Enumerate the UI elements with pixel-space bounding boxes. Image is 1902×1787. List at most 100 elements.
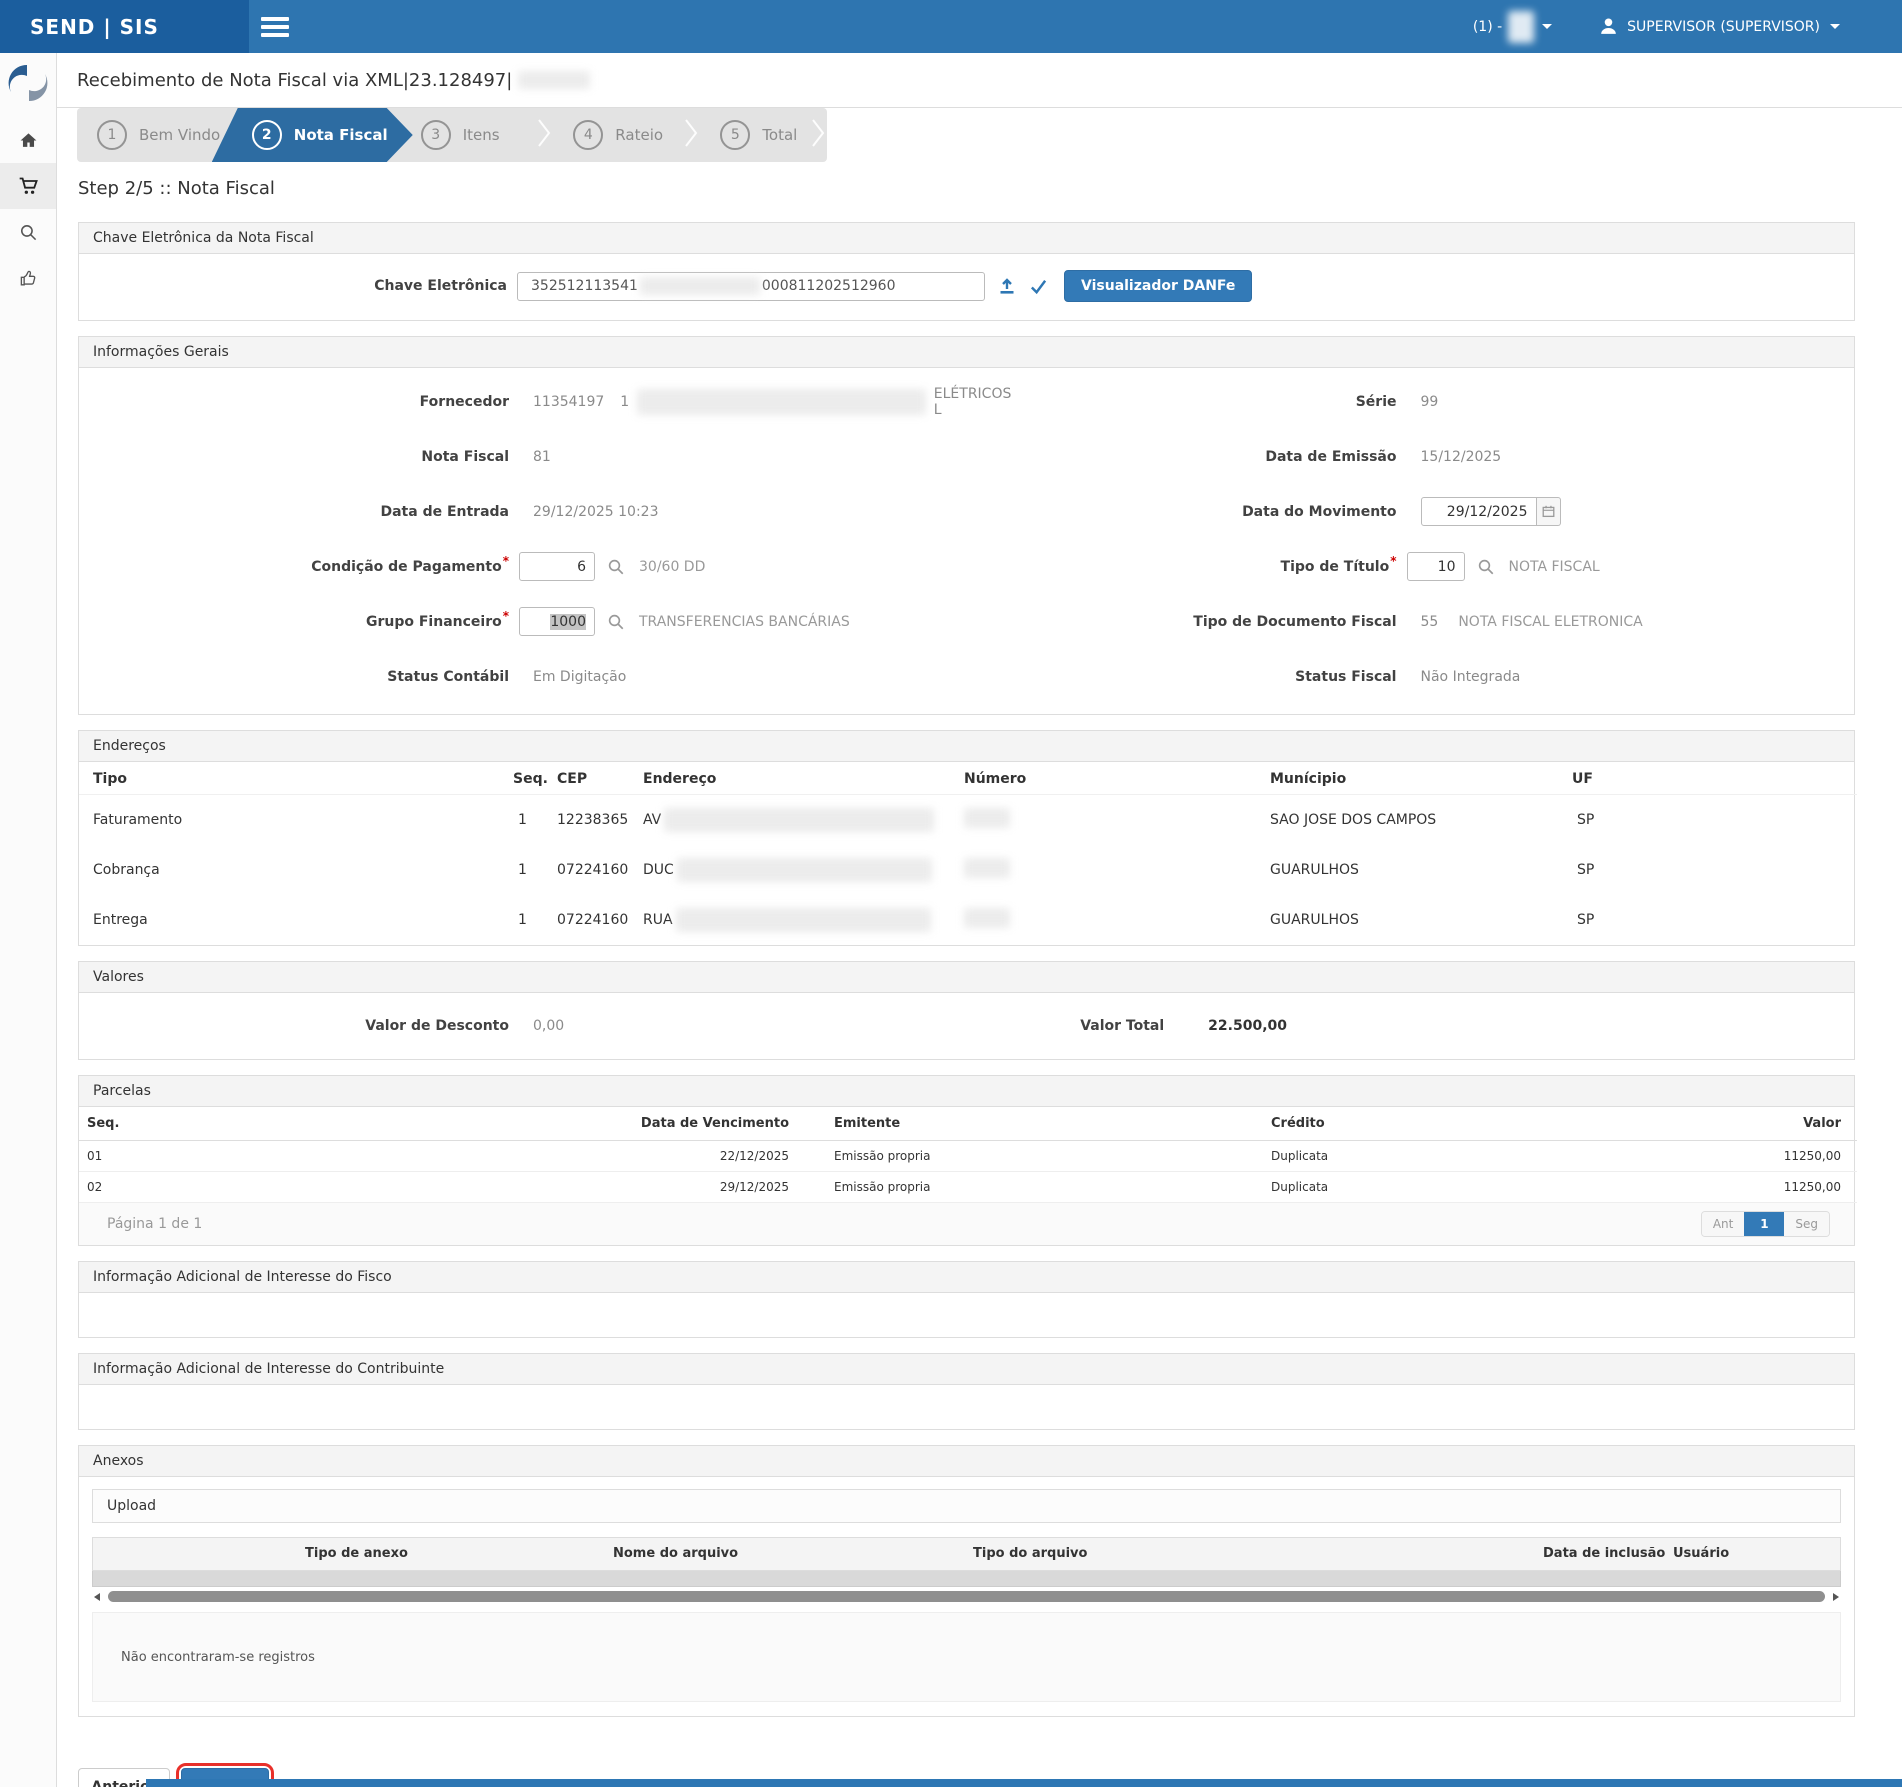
- scrollbar-thumb[interactable]: [108, 1591, 1825, 1602]
- field-tipo-documento-fiscal: Tipo de Documento Fiscal 55 NOTA FISCAL …: [967, 594, 1855, 649]
- sidebar-item-search[interactable]: [0, 209, 56, 255]
- hamburger-menu-icon[interactable]: [261, 13, 289, 41]
- section-informacoes-gerais: Informações Gerais Fornecedor 11354197 1…: [78, 336, 1855, 715]
- wizard-step-1[interactable]: 1 Bem Vindo: [77, 108, 236, 162]
- check-icon[interactable]: [1029, 277, 1048, 296]
- condicao-pagamento-desc: 30/60 DD: [639, 559, 705, 575]
- step-heading: Step 2/5 :: Nota Fiscal: [78, 176, 1902, 202]
- sidebar-item-cart[interactable]: [0, 163, 56, 209]
- footer-bar: [146, 1779, 1902, 1787]
- selected-text: 1000: [550, 614, 586, 630]
- parcela-row-1[interactable]: 01 22/12/2025 Emissão propria Duplicata …: [79, 1141, 1857, 1172]
- lookup-search-icon[interactable]: [1477, 558, 1495, 576]
- endereco-row-cobranca[interactable]: Cobrança 1 07224160 DUC GUARULHOS SP: [79, 845, 1857, 895]
- info-left-column: Fornecedor 11354197 1 ELÉTRICOS L Nota F…: [79, 374, 967, 704]
- condicao-pagamento-input[interactable]: [519, 552, 595, 581]
- contribuinte-empty-body: [79, 1385, 1854, 1429]
- field-label: Condição de Pagamento*: [79, 559, 509, 575]
- field-condicao-pagamento: Condição de Pagamento* 30/60 DD: [79, 539, 967, 594]
- user-menu[interactable]: SUPERVISOR (SUPERVISOR): [1627, 19, 1820, 35]
- sidebar-item-home[interactable]: [0, 117, 56, 163]
- wizard-step-5[interactable]: 5 Total: [700, 108, 811, 162]
- redacted-text: [518, 71, 590, 89]
- upload-panel-header[interactable]: Upload: [92, 1489, 1841, 1523]
- col-header-valor: Valor: [1739, 1107, 1857, 1141]
- app-logo[interactable]: [0, 53, 56, 117]
- user-icon: [1598, 16, 1619, 37]
- step-wizard: 1 Bem Vindo 2 Nota Fiscal 3 Itens 4 Rate…: [77, 108, 827, 162]
- field-status-contabil: Status Contábil Em Digitação: [79, 649, 967, 704]
- data-movimento-input[interactable]: [1421, 497, 1537, 526]
- tipo-titulo-input[interactable]: [1407, 552, 1465, 581]
- enderecos-table: Tipo Seq. CEP Endereço Número Munícipio …: [79, 762, 1857, 945]
- parcela-row-2[interactable]: 02 29/12/2025 Emissão propria Duplicata …: [79, 1172, 1857, 1203]
- endereco-row-entrega[interactable]: Entrega 1 07224160 RUA GUARULHOS SP: [79, 895, 1857, 945]
- visualizador-danfe-button[interactable]: Visualizador DANFe: [1064, 270, 1252, 302]
- status-contabil-value: Em Digitação: [533, 669, 626, 685]
- calendar-icon[interactable]: [1537, 497, 1561, 526]
- sidebar: [0, 53, 57, 1787]
- cart-icon: [18, 176, 38, 196]
- serie-value: 99: [1421, 394, 1439, 410]
- logo-blue-crescent: [9, 65, 27, 92]
- enderecos-header-row: Tipo Seq. CEP Endereço Número Munícipio …: [79, 762, 1857, 795]
- pagination-prev-button[interactable]: Ant: [1702, 1212, 1745, 1236]
- topbar-right-area: (1) - SUPERVISOR (SUPERVISOR): [1473, 0, 1840, 53]
- field-label: Tipo de Título*: [967, 559, 1397, 575]
- sidebar-item-like[interactable]: [0, 255, 56, 301]
- step-label: Rateio: [615, 126, 663, 144]
- status-fiscal-value: Não Integrada: [1421, 669, 1521, 685]
- no-records-message: Não encontraram-se registros: [92, 1612, 1841, 1702]
- redacted-text: [640, 277, 760, 295]
- section-header: Anexos: [79, 1446, 1854, 1477]
- redacted-text: [964, 908, 1010, 928]
- pagination-group: Ant 1 Seg: [1701, 1211, 1830, 1237]
- upload-xml-icon[interactable]: [997, 276, 1017, 296]
- pagination-next-button[interactable]: Seg: [1784, 1212, 1829, 1236]
- data-entrada-value: 29/12/2025 10:23: [533, 504, 659, 520]
- col-header-cep: CEP: [557, 762, 643, 795]
- lookup-search-icon[interactable]: [607, 558, 625, 576]
- redacted-text: [677, 858, 932, 882]
- scroll-left-arrow-icon[interactable]: [94, 1593, 100, 1601]
- field-label: Tipo de Documento Fiscal: [967, 614, 1397, 630]
- step-number: 5: [720, 120, 750, 150]
- section-valores: Valores Valor de Desconto 0,00 Valor Tot…: [78, 961, 1855, 1060]
- lookup-search-icon[interactable]: [607, 613, 625, 631]
- grupo-financeiro-input[interactable]: 1000: [519, 607, 595, 636]
- wizard-step-2-active[interactable]: 2 Nota Fiscal: [212, 108, 413, 162]
- attachments-empty-row: [92, 1571, 1841, 1587]
- step-number: 4: [573, 120, 603, 150]
- redacted-text: [964, 808, 1010, 828]
- chave-label: Chave Eletrônica: [79, 278, 507, 294]
- parcelas-table: Seq. Data de Vencimento Emitente Crédito…: [79, 1107, 1857, 1203]
- scroll-right-arrow-icon[interactable]: [1833, 1593, 1839, 1601]
- redacted-text: [676, 908, 931, 932]
- tipo-titulo-desc: NOTA FISCAL: [1509, 559, 1600, 575]
- wizard-step-4[interactable]: 4 Rateio: [553, 108, 684, 162]
- wizard-step-3[interactable]: 3 Itens: [401, 108, 538, 162]
- endereco-row-faturamento[interactable]: Faturamento 1 12238365 AV SAO JOSE DOS C…: [79, 795, 1857, 846]
- field-status-fiscal: Status Fiscal Não Integrada: [967, 649, 1855, 704]
- section-info-contribuinte: Informação Adicional de Interesse do Con…: [78, 1353, 1855, 1430]
- required-asterisk: *: [503, 609, 509, 623]
- step-label: Total: [762, 126, 797, 144]
- chave-eletronica-input[interactable]: 352512113541 000811202512960: [517, 272, 985, 301]
- pagination-page-1-button[interactable]: 1: [1744, 1212, 1784, 1236]
- field-label: Data de Entrada: [79, 504, 509, 520]
- field-fornecedor: Fornecedor 11354197 1 ELÉTRICOS L: [79, 374, 967, 429]
- step-label: Itens: [463, 126, 500, 144]
- field-label: Nota Fiscal: [79, 449, 509, 465]
- col-header-tipo-arquivo: Tipo do arquivo: [973, 1546, 1087, 1561]
- valor-desconto-label: Valor de Desconto: [79, 1018, 509, 1034]
- home-icon: [19, 131, 38, 150]
- valor-total-value: 22.500,00: [1208, 1018, 1287, 1034]
- search-icon: [19, 223, 38, 242]
- chevron-down-icon[interactable]: [1830, 24, 1840, 29]
- parcelas-pagination-bar: Página 1 de 1 Ant 1 Seg: [79, 1203, 1854, 1245]
- section-enderecos: Endereços Tipo Seq. CEP Endereço Número …: [78, 730, 1855, 946]
- pagination-info: Página 1 de 1: [107, 1216, 202, 1232]
- field-label: Status Contábil: [79, 669, 509, 685]
- chevron-down-icon[interactable]: [1542, 24, 1552, 29]
- notification-count[interactable]: (1) -: [1473, 19, 1502, 35]
